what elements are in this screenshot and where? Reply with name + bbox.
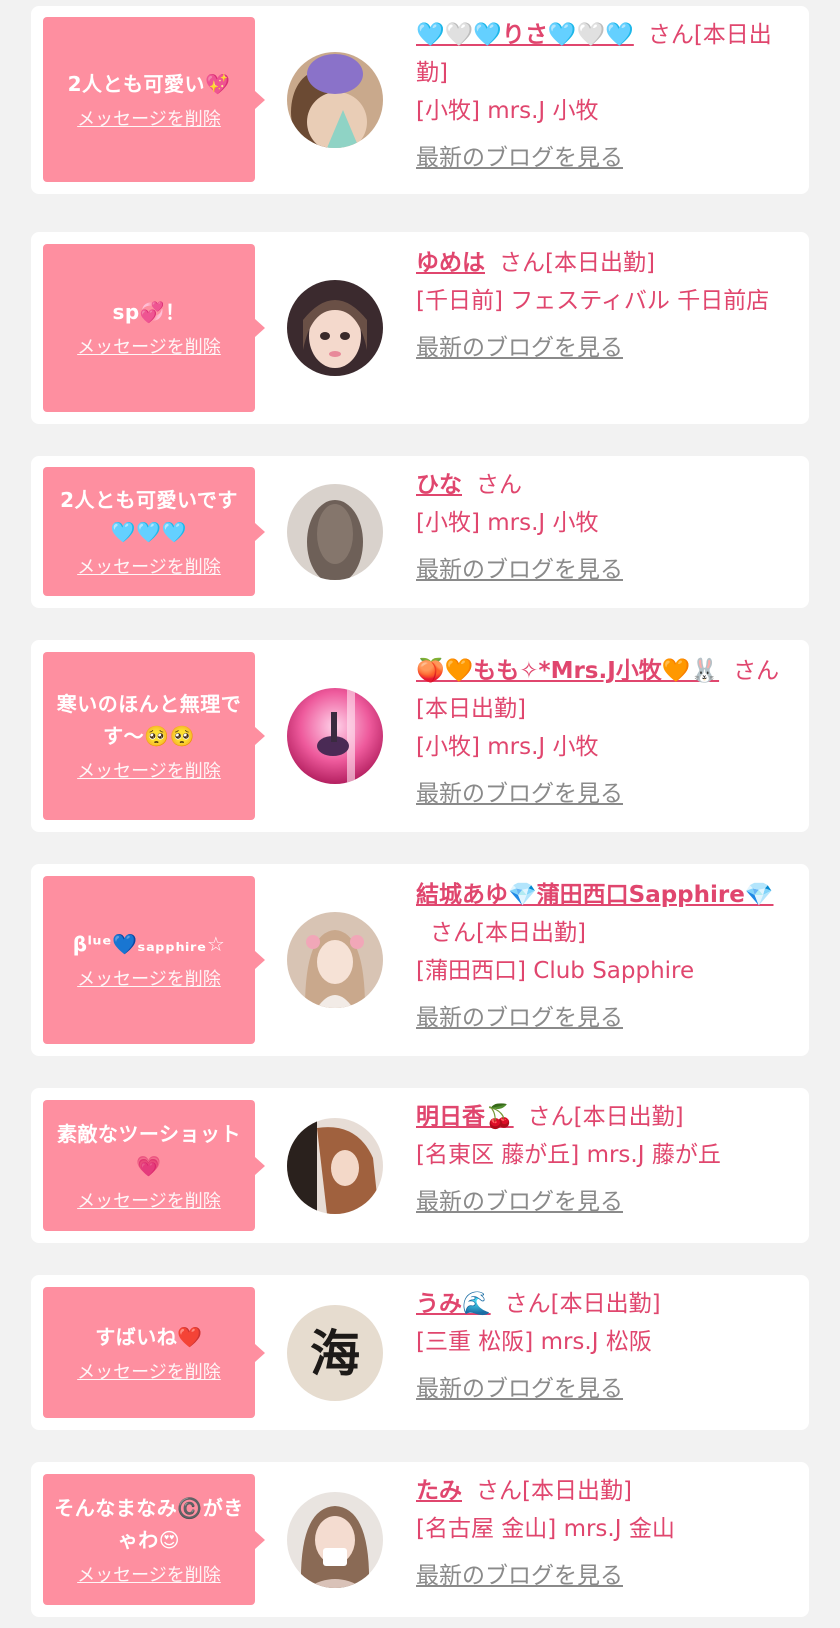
shop-name: [三重 松阪] mrs.J 松阪 xyxy=(416,1329,652,1355)
avatar[interactable] xyxy=(287,484,383,580)
shop-name: [小牧] mrs.J 小牧 xyxy=(416,510,599,536)
girl-info: 🩵🤍🩵りさ🩵🤍🩵 さん[本日出勤] [小牧] mrs.J 小牧 最新のブログを見る xyxy=(416,16,801,177)
message-text: そんなまなみ©️がきゃわ😍 xyxy=(54,1495,244,1552)
latest-blog-link[interactable]: 最新のブログを見る xyxy=(416,1183,801,1221)
list-item: βˡᵘᵉ💙ₛₐₚₚₕᵢᵣₑ☆ メッセージを削除 結城あゆ💎蒲田西口Sapphir… xyxy=(31,864,809,1056)
avatar-photo-woman-icon xyxy=(287,280,383,376)
avatar-photo-hair-icon xyxy=(287,484,383,580)
shop-name: [千日前] フェスティバル 千日前店 xyxy=(416,288,770,314)
delete-message-link[interactable]: メッセージを削除 xyxy=(77,336,221,360)
latest-blog-link[interactable]: 最新のブログを見る xyxy=(416,1557,801,1595)
delete-message-link[interactable]: メッセージを削除 xyxy=(77,108,221,132)
latest-blog-link[interactable]: 最新のブログを見る xyxy=(416,1370,801,1408)
girl-info: うみ🌊 さん[本日出勤] [三重 松阪] mrs.J 松阪 最新のブログを見る xyxy=(416,1285,801,1408)
message-bubble: 2人とも可愛い💖 メッセージを削除 xyxy=(43,17,265,182)
latest-blog-link[interactable]: 最新のブログを見る xyxy=(416,329,801,367)
list-item: すばいね❤️ メッセージを削除 海 うみ🌊 さん[本日出勤] [三重 松阪] mr… xyxy=(31,1275,809,1430)
avatar[interactable] xyxy=(287,688,383,784)
girl-info: 結城あゆ💎蒲田西口Sapphire💎 さん[本日出勤] [蒲田西口] Club S… xyxy=(416,876,801,1037)
avatar[interactable]: 海 xyxy=(287,1305,383,1401)
shop-name: [小牧] mrs.J 小牧 xyxy=(416,734,599,760)
delete-message-link[interactable]: メッセージを削除 xyxy=(77,968,221,992)
message-bubble: 寒いのほんと無理です〜🥺🥺 メッセージを削除 xyxy=(43,652,265,820)
avatar[interactable] xyxy=(287,912,383,1008)
shop-name: [名古屋 金山] mrs.J 金山 xyxy=(416,1516,675,1542)
list-item: 2人とも可愛いです🩵🩵🩵 メッセージを削除 ひな さん [小牧] mrs.J 小牧… xyxy=(31,456,809,608)
message-bubble: βˡᵘᵉ💙ₛₐₚₚₕᵢᵣₑ☆ メッセージを削除 xyxy=(43,876,265,1044)
girl-name-link[interactable]: 明日香🍒 xyxy=(416,1104,514,1130)
shop-name: [名東区 藤が丘] mrs.J 藤が丘 xyxy=(416,1142,721,1168)
avatar-photo-woman-icon xyxy=(287,52,383,148)
avatar[interactable] xyxy=(287,1118,383,1214)
girl-status: さん[本日出勤] xyxy=(430,920,586,946)
girl-info: たみ さん[本日出勤] [名古屋 金山] mrs.J 金山 最新のブログを見る xyxy=(416,1472,801,1595)
girl-name-link[interactable]: ゆめは xyxy=(416,250,485,276)
message-text: 2人とも可愛い💖 xyxy=(67,71,231,96)
girl-info: 🍑🧡もも✧*Mrs.J小牧🧡🐰 さん[本日出勤] [小牧] mrs.J 小牧 最新… xyxy=(416,652,801,813)
list-item: 2人とも可愛い💖 メッセージを削除 🩵🤍🩵りさ🩵🤍🩵 さん[本日出勤] [小牧] … xyxy=(31,6,809,194)
list-item: 寒いのほんと無理です〜🥺🥺 メッセージを削除 🍑🧡もも✧*Mrs.J小牧🧡🐰 さ… xyxy=(31,640,809,832)
girl-status: さん[本日出勤] xyxy=(476,1478,632,1504)
latest-blog-link[interactable]: 最新のブログを見る xyxy=(416,139,801,177)
avatar-photo-woman-icon xyxy=(287,912,383,1008)
avatar[interactable] xyxy=(287,1492,383,1588)
shop-name: [小牧] mrs.J 小牧 xyxy=(416,98,599,124)
delete-message-link[interactable]: メッセージを削除 xyxy=(77,1190,221,1214)
girl-name-link[interactable]: ひな xyxy=(416,472,462,498)
girl-info: ひな さん [小牧] mrs.J 小牧 最新のブログを見る xyxy=(416,466,801,589)
girl-name-link[interactable]: たみ xyxy=(416,1478,462,1504)
message-bubble: 素敵なツーショット💗 メッセージを削除 xyxy=(43,1100,265,1231)
list-item: 素敵なツーショット💗 メッセージを削除 明日香🍒 さん[本日出勤] [名東区 藤が… xyxy=(31,1088,809,1243)
girl-name-link[interactable]: 🍑🧡もも✧*Mrs.J小牧🧡🐰 xyxy=(416,658,719,684)
latest-blog-link[interactable]: 最新のブログを見る xyxy=(416,775,801,813)
girl-info: 明日香🍒 さん[本日出勤] [名東区 藤が丘] mrs.J 藤が丘 最新のブログを… xyxy=(416,1098,801,1221)
avatar-photo-woman-icon xyxy=(287,1492,383,1588)
avatar[interactable] xyxy=(287,280,383,376)
latest-blog-link[interactable]: 最新のブログを見る xyxy=(416,999,801,1037)
delete-message-link[interactable]: メッセージを削除 xyxy=(77,760,221,784)
message-text: 2人とも可愛いです🩵🩵🩵 xyxy=(60,487,238,544)
message-text: すばいね❤️ xyxy=(95,1324,203,1349)
delete-message-link[interactable]: メッセージを削除 xyxy=(77,1361,221,1385)
list-item: sp💞！ メッセージを削除 ゆめは さん[本日出勤] [千日前] フェスティバル … xyxy=(31,232,809,424)
message-text: 素敵なツーショット💗 xyxy=(56,1121,242,1178)
shop-name: [蒲田西口] Club Sapphire xyxy=(416,958,695,984)
latest-blog-link[interactable]: 最新のブログを見る xyxy=(416,551,801,589)
svg-text:海: 海 xyxy=(310,1324,360,1383)
list-item: そんなまなみ©️がきゃわ😍 メッセージを削除 たみ さん[本日出勤] [名古屋 金… xyxy=(31,1462,809,1617)
avatar-photo-pink-icon xyxy=(287,688,383,784)
delete-message-link[interactable]: メッセージを削除 xyxy=(77,1564,221,1588)
avatar[interactable] xyxy=(287,52,383,148)
girl-name-link[interactable]: 🩵🤍🩵りさ🩵🤍🩵 xyxy=(416,22,634,48)
message-text: sp💞！ xyxy=(112,300,186,324)
girl-status: さん[本日出勤] xyxy=(499,250,655,276)
delete-message-link[interactable]: メッセージを削除 xyxy=(77,556,221,580)
message-text: 寒いのほんと無理です〜🥺🥺 xyxy=(56,692,242,748)
girl-status: さん[本日出勤] xyxy=(527,1104,684,1130)
message-text: βˡᵘᵉ💙ₛₐₚₚₕᵢᵣₑ☆ xyxy=(72,932,226,956)
message-bubble: 2人とも可愛いです🩵🩵🩵 メッセージを削除 xyxy=(43,467,265,596)
girl-name-link[interactable]: うみ🌊 xyxy=(416,1291,491,1317)
message-bubble: sp💞！ メッセージを削除 xyxy=(43,244,265,412)
girl-status: さん xyxy=(476,472,522,498)
message-bubble: そんなまなみ©️がきゃわ😍 メッセージを削除 xyxy=(43,1474,265,1605)
girl-status: さん[本日出勤] xyxy=(504,1291,661,1317)
avatar-calligraphy-icon: 海 xyxy=(287,1305,383,1401)
girl-info: ゆめは さん[本日出勤] [千日前] フェスティバル 千日前店 最新のブログを見る xyxy=(416,244,801,367)
message-bubble: すばいね❤️ メッセージを削除 xyxy=(43,1287,265,1418)
avatar-photo-woman-icon xyxy=(287,1118,383,1214)
girl-name-link[interactable]: 結城あゆ💎蒲田西口Sapphire💎 xyxy=(416,882,774,908)
